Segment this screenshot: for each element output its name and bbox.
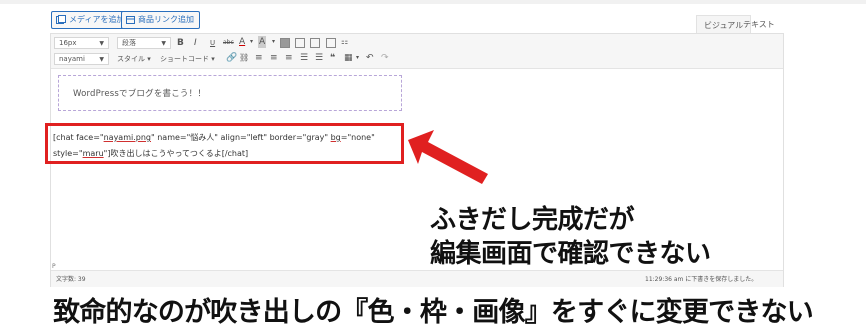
callout-line-1: ふきだし完成だが (430, 205, 635, 235)
element-path: P (52, 263, 56, 270)
underline-button[interactable]: U (210, 37, 215, 49)
toggle-icon[interactable]: ⚏ (341, 36, 348, 48)
blockquote-icon[interactable]: ❝ (330, 52, 335, 64)
numbered-list-icon[interactable]: ☰ (315, 52, 323, 64)
highlight-box (45, 123, 404, 164)
box-icon[interactable] (326, 38, 336, 48)
font-size-select[interactable]: 16px ▼ (54, 37, 109, 49)
bullet-list-icon[interactable]: ☰ (300, 52, 308, 64)
strikethrough-button[interactable]: abc (223, 37, 234, 49)
chevron-down-icon: ▼ (161, 40, 166, 47)
align-icon[interactable] (295, 38, 305, 48)
table-grid-icon[interactable]: ▦ (344, 52, 353, 64)
shortcode-menu[interactable]: ショートコード ▾ (160, 54, 215, 64)
styles-label: スタイル (117, 55, 145, 63)
chevron-down-icon[interactable]: ▾ (250, 36, 253, 48)
font-family-select[interactable]: nayami ▼ (54, 53, 109, 65)
paragraph-select[interactable]: 段落 ▼ (117, 37, 171, 49)
align-right-icon[interactable]: ≡ (285, 52, 293, 64)
bold-button[interactable]: B (177, 37, 184, 49)
link-icon[interactable]: 🔗 (226, 52, 237, 64)
add-product-link-label: 商品リンク追加 (138, 15, 194, 24)
redo-icon[interactable]: ↷ (381, 52, 389, 64)
align-left-icon[interactable]: ≡ (255, 52, 263, 64)
add-media-label: メディアを追加 (69, 15, 125, 24)
editor-toolbar: 16px ▼ 段落 ▼ B I U abc A ▾ A ▾ ⚏ nayami ▼… (51, 34, 783, 69)
media-icon (56, 15, 66, 24)
top-strip (0, 0, 866, 4)
highlight-icon[interactable] (280, 38, 290, 48)
table-icon[interactable] (310, 38, 320, 48)
undo-icon[interactable]: ↶ (366, 52, 374, 64)
styles-menu[interactable]: スタイル ▾ (117, 54, 151, 64)
autosave-status: 11:29:36 am に下書きを保存しました。 (645, 276, 758, 283)
chevron-down-icon[interactable]: ▾ (272, 36, 275, 48)
shortcode-label: ショートコード (160, 55, 209, 63)
callout-line-2: 編集画面で確認できない (430, 239, 711, 269)
cart-icon (126, 16, 135, 24)
text-color-icon[interactable]: A (239, 36, 245, 48)
italic-button[interactable]: I (194, 37, 197, 49)
chevron-down-icon: ▼ (99, 40, 104, 47)
unlink-icon[interactable]: ⛓ (239, 52, 249, 64)
paragraph-value: 段落 (122, 39, 136, 47)
align-center-icon[interactable]: ≡ (270, 52, 278, 64)
tab-text[interactable]: テキスト (736, 15, 782, 35)
chevron-down-icon: ▼ (99, 56, 104, 63)
add-product-link-button[interactable]: 商品リンク追加 (121, 11, 200, 29)
font-size-value: 16px (59, 39, 77, 47)
chevron-down-icon[interactable]: ▾ (356, 52, 359, 64)
rendered-block-text: WordPressでブログを書こう！！ (73, 89, 207, 99)
add-media-button[interactable]: メディアを追加 (51, 11, 131, 29)
font-family-value: nayami (59, 55, 85, 63)
red-arrow-icon (408, 130, 488, 184)
word-count: 文字数: 39 (56, 276, 86, 283)
bottom-caption: 致命的なのが吹き出しの『色・枠・画像』をすぐに変更できない (53, 297, 814, 328)
background-color-icon[interactable]: A (258, 36, 267, 48)
